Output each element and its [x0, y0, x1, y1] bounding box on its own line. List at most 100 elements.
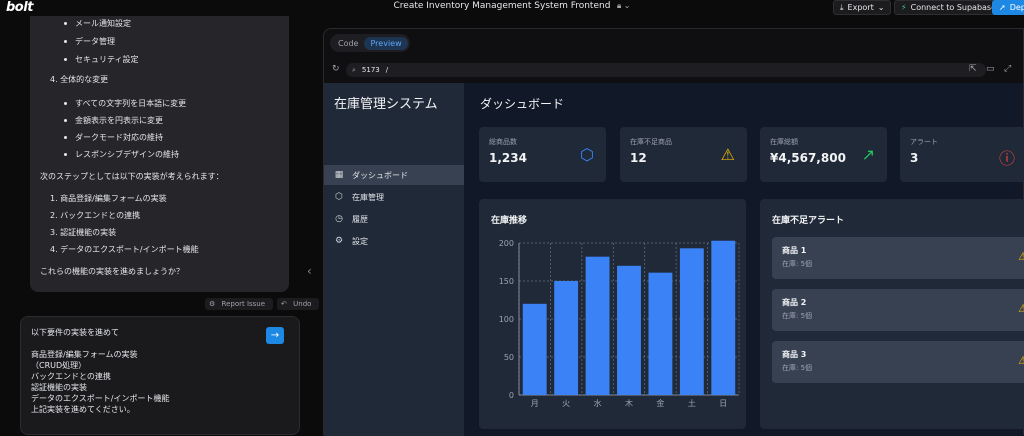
message-line: 1. 商品登録/編集フォームの実装: [50, 194, 167, 203]
chart-bar: [522, 303, 547, 395]
chat-input-text: 以下要件の実装を進めて 商品登録/編集フォームの実装 （CRUD処理） バックエンド…: [31, 327, 289, 415]
bullet-dot: [64, 136, 67, 139]
message-line: 次のステップとしては以下の実装が考えられます：: [40, 172, 224, 181]
bullet-dot: [64, 22, 67, 25]
chart-bar: [617, 265, 641, 395]
reload-icon[interactable]: ↻: [332, 64, 340, 74]
page-title: ダッシュボード: [480, 97, 565, 111]
message-line: 4. 全体的な変更: [50, 75, 109, 84]
send-button[interactable]: →: [266, 327, 284, 344]
chart-bar: [554, 281, 579, 395]
chart-bar: [711, 240, 736, 395]
x-tick-label: 土: [688, 398, 696, 408]
app-sidebar: 在庫管理システム ▦ ダッシュボード ⬡ 在庫管理 ◷ 履歴 ⚙ 設定: [324, 83, 464, 436]
preview-frame: Code Preview ↻ ⌕ 5173 / ⇱ ▭ ⤢ 在庫管理システム ▦…: [323, 28, 1024, 436]
x-tick-label: 水: [594, 398, 602, 408]
alert-circle-icon: ⓘ: [998, 149, 1015, 168]
stat-card-low-stock: 在庫不足商品 12 ⚠: [620, 127, 747, 182]
open-external-icon[interactable]: ⇱: [969, 64, 977, 74]
chart-bar: [648, 272, 673, 395]
alert-item[interactable]: 商品 3 在庫: 5個 ⚠: [772, 341, 1024, 383]
y-tick-label: 0: [509, 391, 514, 400]
bullet-dot: [64, 119, 67, 122]
input-line: （CRUD処理）: [31, 361, 87, 370]
warning-icon: ⚠: [1018, 302, 1024, 315]
input-line: [31, 338, 289, 349]
chat-input[interactable]: 以下要件の実装を進めて 商品登録/編集フォームの実装 （CRUD処理） バックエンド…: [20, 316, 300, 435]
message-line: すべての文字列を日本語に変更: [75, 99, 187, 108]
input-line: 認証機能の実装: [31, 383, 87, 392]
message-line: メール通知設定: [75, 19, 131, 28]
input-line: データのエクスポート/インポート機能: [31, 394, 170, 403]
x-tick-label: 火: [562, 399, 570, 408]
url-field[interactable]: ⌕ 5173 /: [346, 63, 986, 77]
view-tabs: Code Preview: [330, 34, 410, 52]
alert-stock: 在庫: 5個: [782, 260, 813, 268]
chevron-down-icon: ⌄: [877, 3, 885, 12]
message-line: ダークモード対応の維持: [75, 133, 163, 142]
deploy-button[interactable]: ➚ Dep: [992, 0, 1024, 15]
chart-bar: [679, 248, 704, 395]
warning-icon: ⚠: [1018, 354, 1024, 367]
message-line: セキュリティ設定: [75, 55, 139, 64]
supabase-icon: ⚡: [901, 3, 907, 12]
export-button[interactable]: ⤓ Export ⌄: [833, 0, 892, 15]
trending-up-icon: ↗: [861, 145, 875, 164]
x-tick-label: 月: [531, 399, 539, 408]
warning-icon: ⚠: [1018, 250, 1024, 263]
bullet-dot: [64, 58, 67, 61]
stat-card-total-value: 在庫総額 ¥4,567,800 ↗: [760, 127, 887, 182]
undo-button[interactable]: ↶ Undo: [277, 298, 320, 310]
message-actions: ⚙ Report Issue ↶ Undo: [205, 298, 320, 310]
stat-card-total-products: 総商品数 1,234 ⬡: [479, 127, 606, 182]
bullet-dot: [64, 40, 67, 43]
url-bar: ↻ ⌕ 5173 / ⇱ ▭ ⤢: [324, 61, 1023, 79]
y-tick-label: 200: [499, 239, 514, 248]
tab-preview[interactable]: Preview: [364, 36, 408, 50]
nav-inventory[interactable]: ⬡ 在庫管理: [324, 187, 464, 207]
nav-history[interactable]: ◷ 履歴: [324, 209, 464, 229]
message-line: これらの機能の実装を進めましょうか？: [40, 267, 184, 276]
y-tick-label: 100: [499, 315, 514, 324]
top-bar: bolt Create Inventory Management System …: [0, 0, 1024, 16]
x-tick-label: 金: [656, 398, 664, 408]
port-label: 5173: [361, 66, 380, 74]
alert-name: 商品 3: [782, 350, 807, 359]
message-line: 2. バックエンドとの連携: [50, 211, 141, 220]
device-icon[interactable]: ▭: [986, 64, 995, 74]
package-icon: ⬡: [335, 192, 343, 202]
alert-item[interactable]: 商品 1 在庫: 5個 ⚠: [772, 237, 1024, 279]
fullscreen-icon[interactable]: ⤢: [1004, 64, 1011, 74]
bullet-dot: [64, 153, 67, 156]
chevron-left-icon[interactable]: ‹: [307, 264, 312, 278]
port-icon: ⌕: [352, 65, 356, 74]
y-tick-label: 150: [499, 277, 514, 286]
stat-card-alerts: アラート 3 ⓘ: [900, 127, 1024, 182]
connect-supabase-button[interactable]: ⚡ Connect to Supabase: [894, 0, 1004, 15]
app-preview: 在庫管理システム ▦ ダッシュボード ⬡ 在庫管理 ◷ 履歴 ⚙ 設定 ダッシュボード …: [324, 83, 1024, 436]
nav-dashboard[interactable]: ▦ ダッシュボード: [324, 165, 464, 185]
message-line: 4. データのエクスポート/インポート機能: [50, 245, 199, 254]
nav-settings[interactable]: ⚙ 設定: [324, 231, 464, 251]
alert-item[interactable]: 商品 2 在庫: 5個 ⚠: [772, 289, 1024, 331]
report-issue-button[interactable]: ⚙ Report Issue: [205, 298, 274, 310]
rocket-icon: ➚: [999, 3, 1006, 12]
url-path: /: [385, 66, 389, 74]
alert-stock: 在庫: 5個: [782, 364, 813, 372]
alerts-panel: 在庫不足アラート 商品 1 在庫: 5個 ⚠ 商品 2 在庫: 5個 ⚠ 商品 …: [760, 199, 1024, 429]
alert-name: 商品 1: [782, 246, 807, 255]
download-icon: ⤓: [840, 2, 844, 12]
dashboard-main: ダッシュボード 総商品数 1,234 ⬡ 在庫不足商品 12 ⚠ 在庫総額 ¥4…: [464, 83, 1024, 436]
chart-panel: 在庫推移 0 50 100 150 200 月火水木金土日: [479, 199, 746, 429]
x-tick-label: 日: [719, 399, 727, 408]
grid-icon: ▦: [334, 170, 344, 180]
alert-name: 商品 2: [782, 298, 807, 307]
input-line: バックエンドとの連携: [31, 372, 111, 381]
input-line: 以下要件の実装を進めて: [31, 328, 119, 337]
inventory-chart: 0 50 100 150 200 月 火 水 木 金 土 日: [499, 239, 740, 408]
warning-icon: ⚠: [720, 145, 735, 164]
history-icon: ◷: [335, 214, 343, 224]
input-line: 商品登録/編集フォームの実装: [31, 350, 138, 359]
tab-code[interactable]: Code: [332, 37, 364, 50]
arrow-right-icon: →: [270, 330, 280, 341]
